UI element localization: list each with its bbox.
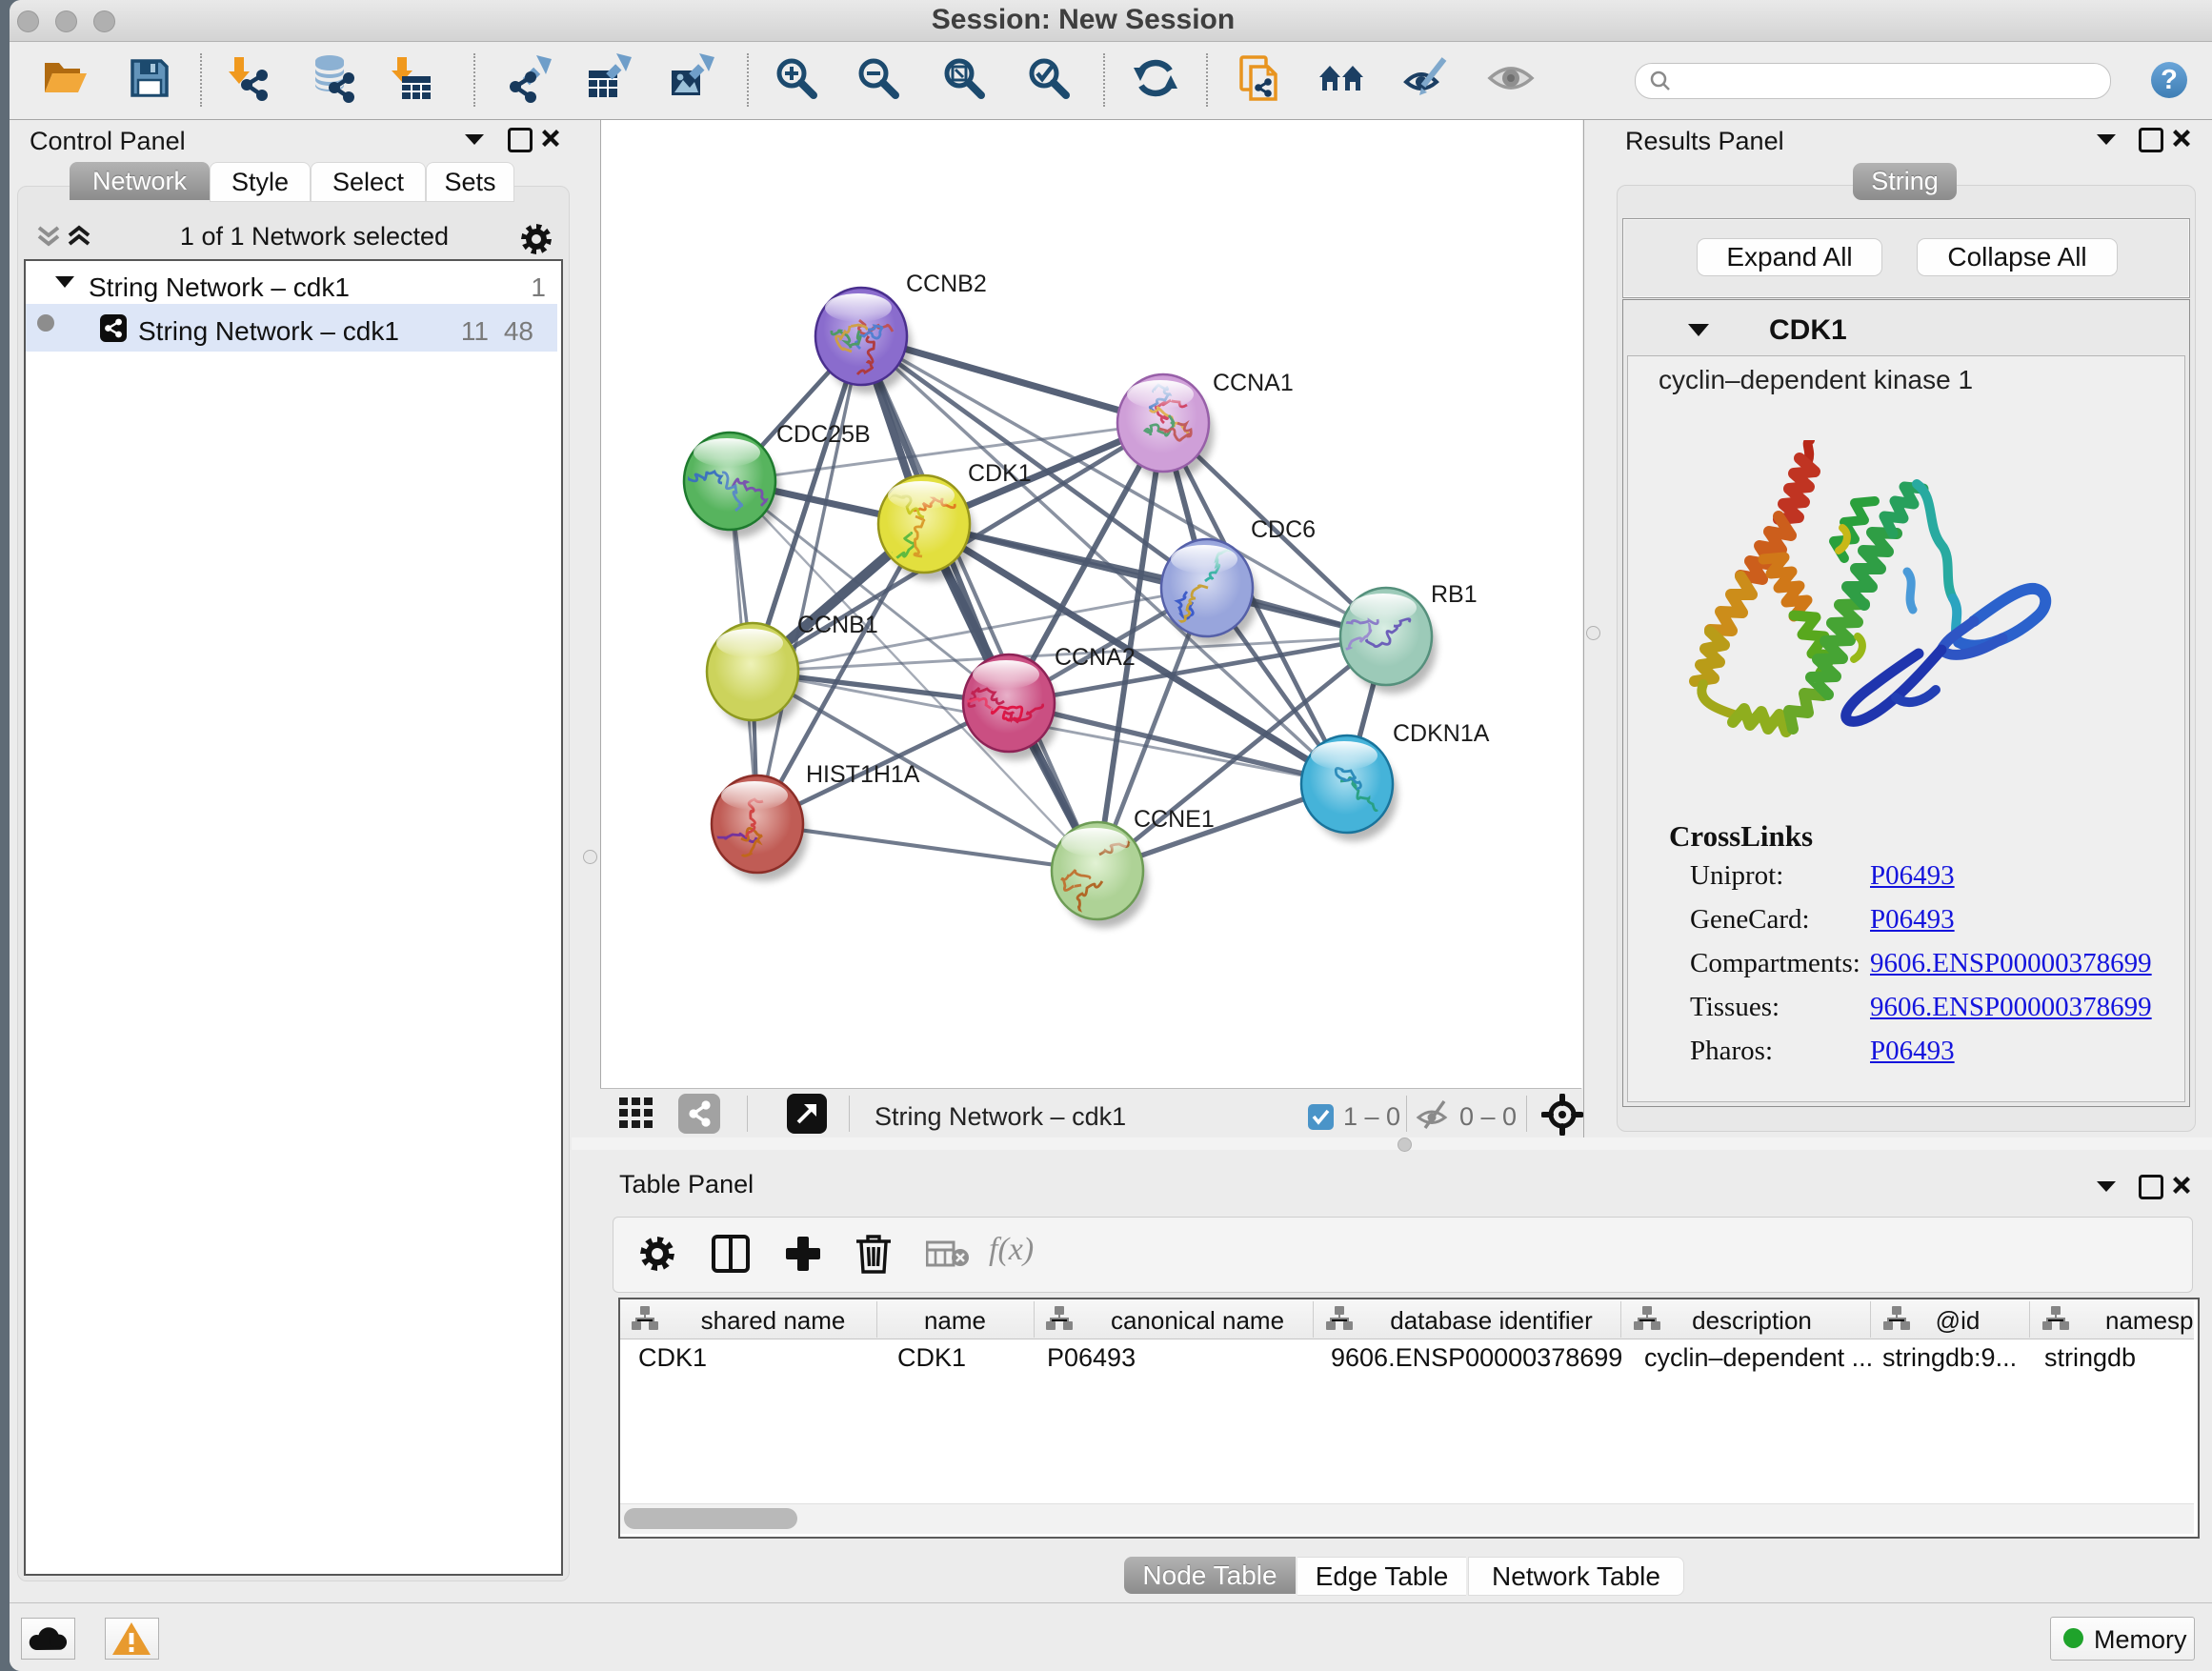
svg-text:CCNB1: CCNB1 xyxy=(797,612,878,638)
svg-text:CDC25B: CDC25B xyxy=(776,421,871,448)
svg-text:CDC6: CDC6 xyxy=(1251,516,1316,543)
svg-text:CDKN1A: CDKN1A xyxy=(1393,720,1490,747)
svg-text:CCNB2: CCNB2 xyxy=(906,271,987,297)
svg-text:CCNE1: CCNE1 xyxy=(1134,806,1215,833)
svg-text:CCNA1: CCNA1 xyxy=(1213,370,1294,396)
svg-text:CCNA2: CCNA2 xyxy=(1055,644,1136,671)
svg-text:CDK1: CDK1 xyxy=(968,460,1032,487)
svg-text:HIST1H1A: HIST1H1A xyxy=(806,761,920,788)
svg-text:RB1: RB1 xyxy=(1431,581,1478,608)
